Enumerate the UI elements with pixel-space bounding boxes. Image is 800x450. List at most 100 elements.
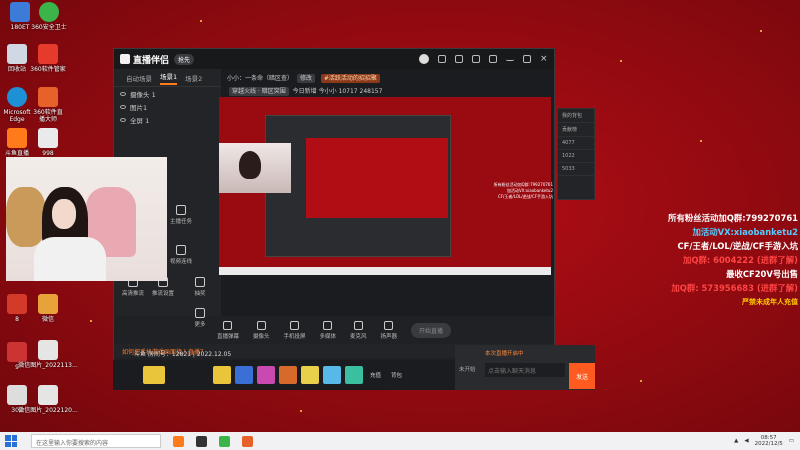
douyu-icon (7, 128, 27, 148)
close-icon[interactable]: × (540, 55, 548, 64)
side-item: 5033 (558, 163, 594, 176)
side-panel: 我的背包 贡献榜 4077 1022 5033 (557, 108, 595, 200)
scene-label: 摄像头 1 (130, 90, 156, 99)
camera-icon (256, 320, 266, 330)
lottery-button[interactable]: 抽奖 (180, 277, 220, 297)
side-item[interactable]: 贡献榜 (558, 123, 594, 137)
gift-item[interactable] (213, 366, 231, 384)
menu-icon[interactable] (489, 55, 497, 63)
sparkle (760, 30, 762, 32)
side-item[interactable]: 我的背包 (558, 109, 594, 123)
camera-button[interactable]: 摄像头 (253, 320, 269, 340)
gift-item[interactable] (301, 366, 319, 384)
eye-icon[interactable] (120, 91, 126, 96)
eye-icon[interactable] (120, 104, 126, 109)
app-icon (39, 2, 59, 22)
chat-panel: 本次直播开启中 未开始 点击输入聊天消息 发送 (455, 345, 595, 390)
tab-scene-1[interactable]: 场景1 (160, 71, 178, 85)
eye-icon[interactable] (120, 117, 126, 122)
video-link-button[interactable]: 视频连线 (161, 245, 201, 265)
desktop-icon[interactable]: 微信 (31, 294, 65, 323)
notification-icon[interactable]: ▭ (789, 438, 794, 444)
scene-label: 全屏 1 (130, 116, 150, 125)
taskbar-app-icon[interactable] (196, 435, 207, 447)
message-icon[interactable] (455, 55, 463, 63)
desktop-icon[interactable]: 360软件直播大师 (31, 87, 65, 123)
maximize-icon[interactable] (523, 55, 531, 63)
phone-cast-button[interactable]: 手机投屏 (283, 320, 305, 340)
mic-button[interactable]: 麦克风 (350, 320, 367, 340)
chat-notice: 本次直播开启中 (485, 351, 524, 357)
side-item: 4077 (558, 137, 594, 150)
activity-tag[interactable]: #活跃活动的招招聚 (320, 74, 380, 83)
app-icon (38, 294, 58, 314)
speaker-button[interactable]: 扬声器 (381, 320, 397, 340)
image-file-icon (38, 385, 58, 405)
desktop-icon[interactable]: 360安全卫士 (31, 2, 67, 31)
minimize-icon[interactable] (506, 57, 514, 61)
room-number-line: 斗鱼 房间号：12821 | 2022.12.05 (134, 351, 232, 358)
category-badge[interactable]: 穿越火线 · 暗区突围 (229, 87, 289, 96)
backpack-button[interactable]: 背包 (391, 371, 402, 379)
desktop-icon[interactable]: Microsoft Edge (0, 87, 34, 123)
network-icon[interactable]: ▲ (734, 438, 738, 444)
avatar[interactable] (419, 54, 429, 64)
scene-item[interactable]: 图片1 (114, 100, 221, 113)
app-name: 直播伴侣 (133, 55, 170, 66)
desktop-icon[interactable]: 8 (0, 294, 34, 323)
nested-preview-window (265, 115, 451, 257)
taskbar-app-icon[interactable] (219, 435, 230, 447)
scene-item[interactable]: 摄像头 1 (114, 87, 221, 100)
volume-icon[interactable]: ◀ (744, 438, 748, 444)
scene-tabs: 自动场景 场景1 场景2 (114, 69, 221, 87)
desktop-icon[interactable]: 斗鱼直播 (0, 128, 34, 157)
version-badge[interactable]: 抢先 (174, 53, 195, 65)
tab-scene-2[interactable]: 场景2 (185, 73, 202, 83)
sparkle (700, 140, 702, 142)
fans-count: 10717 (338, 88, 358, 95)
gift-item[interactable] (257, 366, 275, 384)
sparkle (300, 410, 302, 412)
live-status: 未开始 (459, 367, 476, 373)
desktop-icon[interactable]: 微信图片_2022113... (18, 340, 78, 369)
send-button[interactable]: 发送 (569, 363, 595, 389)
nested-preview-red (306, 138, 448, 218)
more-button[interactable]: 更多 (180, 308, 220, 328)
sparkle (90, 320, 92, 322)
taskbar-search[interactable]: 在这里输入你要搜索的内容 (31, 434, 161, 448)
tab-auto-scene[interactable]: 自动场景 (126, 73, 152, 83)
gift-item[interactable] (323, 366, 341, 384)
windows-start-icon[interactable] (5, 435, 17, 447)
scene-item[interactable]: 全屏 1 (114, 113, 221, 126)
desktop-icon[interactable]: 微信图片_2022120... (18, 385, 78, 414)
desktop-icon[interactable]: 998 (31, 128, 65, 157)
media-button[interactable]: 多媒体 (319, 320, 336, 340)
system-tray: ▲ ◀ 08:57 2022/12/5 ▭ (734, 435, 800, 447)
trophy-icon[interactable] (143, 366, 165, 384)
recharge-button[interactable]: 充值 (370, 371, 381, 379)
taskbar-app-icon[interactable] (242, 435, 253, 447)
app-icon (38, 87, 58, 107)
barrage-button[interactable]: 直播弹幕 (217, 320, 239, 340)
gift-item[interactable] (235, 366, 253, 384)
skin-icon[interactable] (472, 55, 480, 63)
gift-item[interactable] (345, 366, 363, 384)
room-info-bar: 小小：一条命（暗区查） 修改 #活跃活动的招招聚 穿越火线 · 暗区突围 今日新… (221, 69, 554, 99)
start-live-button[interactable]: 开始直播 (411, 322, 452, 338)
preview-promo: 所有粉丝活动加Q群:799270761 加活动VX:xiaobanketu2 C… (493, 182, 553, 199)
settings-icon[interactable] (438, 55, 446, 63)
speaker-icon (384, 320, 394, 330)
edit-title-button[interactable]: 修改 (296, 74, 315, 83)
desktop-icon[interactable]: 360软件管家 (30, 44, 66, 73)
window-controls: × (419, 54, 548, 64)
clock[interactable]: 08:57 2022/12/5 (755, 435, 783, 447)
media-icon (323, 320, 333, 330)
desktop-icon[interactable]: 回收站 (0, 44, 34, 73)
gift-item[interactable] (279, 366, 297, 384)
taskbar-apps (173, 435, 253, 447)
chat-input[interactable]: 点击输入聊天消息 (485, 363, 565, 377)
taskbar-app-icon[interactable] (173, 435, 184, 447)
task-button[interactable]: 主播任务 (161, 205, 201, 225)
stream-preview[interactable]: 所有粉丝活动加Q群:799270761 加活动VX:xiaobanketu2 C… (219, 97, 553, 275)
promo-overlay: 所有粉丝活动加Q群:799270761 加活动VX:xiaobanketu2 C… (650, 211, 798, 309)
